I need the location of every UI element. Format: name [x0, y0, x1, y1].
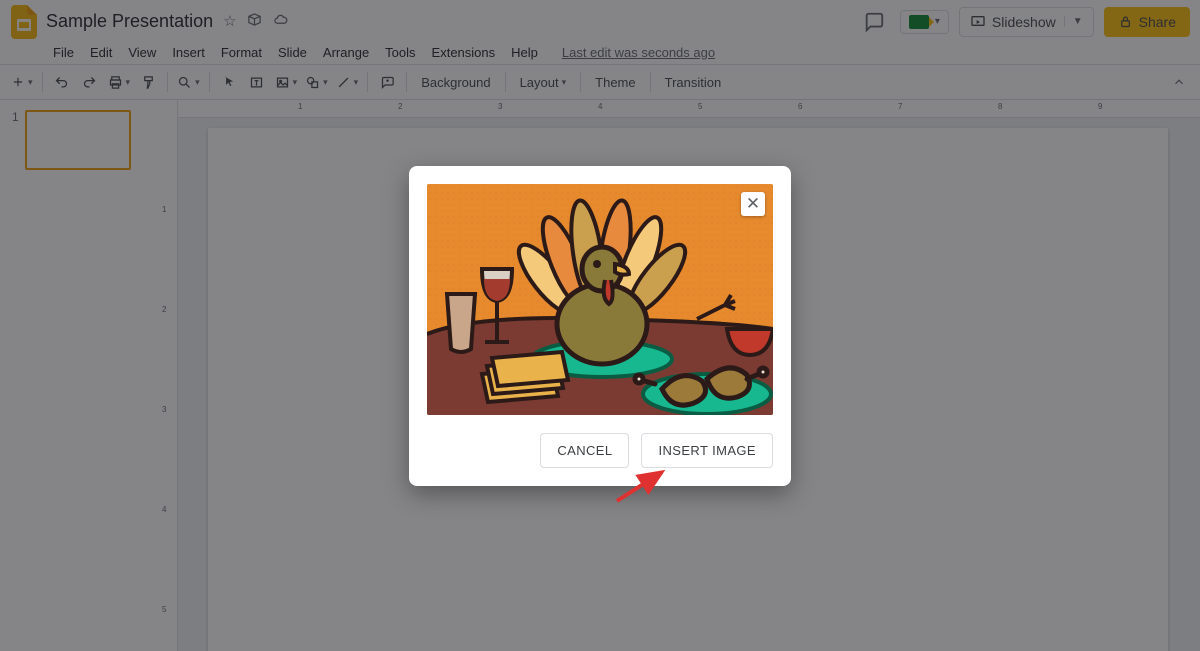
close-icon: ✕	[746, 194, 760, 214]
insert-image-button[interactable]: INSERT IMAGE	[641, 433, 773, 468]
annotation-arrow-icon	[612, 466, 672, 506]
cancel-button[interactable]: CANCEL	[540, 433, 629, 468]
insert-image-dialog: ✕	[409, 166, 791, 486]
image-preview	[427, 184, 773, 415]
close-button[interactable]: ✕	[741, 192, 765, 216]
modal-scrim[interactable]: ✕	[0, 0, 1200, 651]
